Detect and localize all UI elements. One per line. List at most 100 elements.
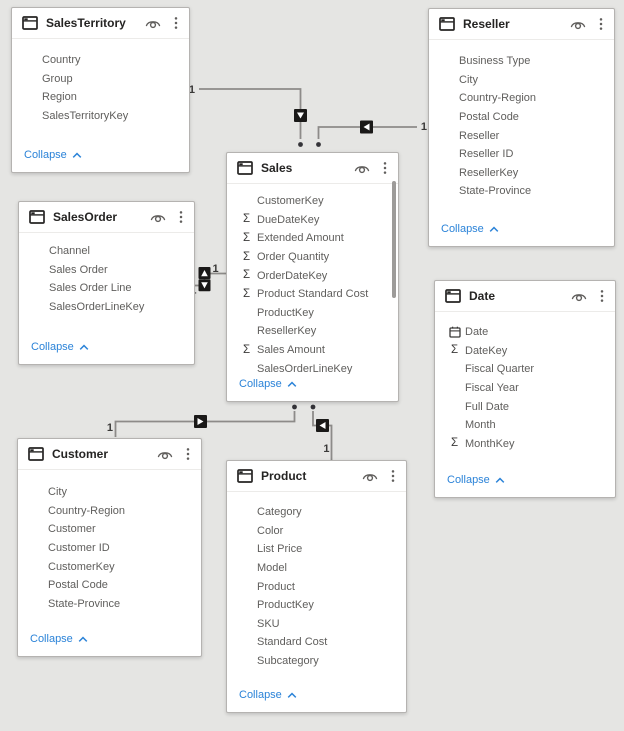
field-row[interactable]: ProductKey	[227, 596, 406, 615]
more-options-icon[interactable]	[390, 467, 396, 485]
collapse-link[interactable]: Collapse	[239, 378, 297, 390]
field-row[interactable]: Country-Region	[429, 89, 614, 108]
field-row[interactable]: Business Type	[429, 52, 614, 71]
more-options-icon[interactable]	[185, 445, 191, 463]
field-row[interactable]: Sales Order	[19, 261, 194, 280]
relationship-customer-sales[interactable]: 1	[107, 404, 297, 437]
relationship-reseller-sales[interactable]: 1	[316, 120, 427, 147]
eye-icon[interactable]	[156, 448, 174, 460]
table-card-date[interactable]: Date Date Σ DateKey Fiscal Quarter Fiscal Ye…	[434, 280, 616, 498]
field-label: Postal Code	[48, 579, 108, 592]
field-row[interactable]: Fiscal Year	[435, 379, 615, 398]
cross-filter-arrow-left-icon[interactable]	[360, 120, 373, 134]
field-row[interactable]: Reseller ID	[429, 145, 614, 164]
model-view-canvas[interactable]: 1 1 1 1 1 SalesTerritory Country Group R…	[0, 0, 624, 731]
table-card-salesterritory[interactable]: SalesTerritory Country Group Region SalesTe…	[11, 7, 190, 173]
field-row[interactable]: City	[18, 483, 201, 502]
field-row[interactable]: Group	[12, 70, 189, 89]
field-row[interactable]: Σ Sales Amount	[227, 341, 398, 360]
field-indent-spacer	[447, 381, 462, 396]
table-card-salesorder[interactable]: SalesOrder Channel Sales Order Sales Order…	[18, 201, 195, 365]
table-card-sales[interactable]: Sales CustomerKey Σ DueDateKey Σ Extended Am…	[226, 152, 399, 402]
collapse-link[interactable]: Collapse	[24, 149, 82, 161]
field-row[interactable]: Σ DateKey	[435, 342, 615, 361]
table-card-customer[interactable]: Customer City Country-Region Customer Custo…	[17, 438, 202, 657]
field-row[interactable]: Σ MonthKey	[435, 435, 615, 454]
field-row[interactable]: Postal Code	[18, 576, 201, 595]
field-row[interactable]: Model	[227, 559, 406, 578]
collapse-link[interactable]: Collapse	[441, 223, 499, 235]
field-row[interactable]: SalesOrderLineKey	[19, 298, 194, 317]
table-card-header: Product	[227, 461, 406, 492]
field-row[interactable]: Region	[12, 88, 189, 107]
field-row[interactable]: Reseller	[429, 126, 614, 145]
table-card-product[interactable]: Product Category Color List Price Model Prod…	[226, 460, 407, 713]
relationship-salesorder-sales[interactable]: 1 1	[190, 263, 226, 297]
field-row[interactable]: Country	[12, 51, 189, 70]
field-row[interactable]: Fiscal Quarter	[435, 360, 615, 379]
scrollbar-thumb[interactable]	[392, 181, 396, 298]
field-row[interactable]: Σ Product Standard Cost	[227, 285, 398, 304]
cross-filter-arrow-left-icon[interactable]	[316, 419, 329, 432]
field-label: Sales Order	[49, 263, 108, 276]
field-row[interactable]: Customer ID	[18, 539, 201, 558]
field-row[interactable]: List Price	[227, 540, 406, 559]
field-label: Order Quantity	[257, 251, 330, 264]
cross-filter-arrow-up-icon[interactable]	[198, 267, 211, 279]
eye-icon[interactable]	[144, 17, 162, 29]
field-row[interactable]: Σ OrderDateKey	[227, 266, 398, 285]
field-row[interactable]: SalesTerritoryKey	[12, 107, 189, 126]
field-row[interactable]: Σ DueDateKey	[227, 211, 398, 230]
field-row[interactable]: ProductKey	[227, 304, 398, 323]
collapse-link[interactable]: Collapse	[239, 689, 297, 701]
field-row[interactable]: Sales Order Line	[19, 279, 194, 298]
more-options-icon[interactable]	[382, 159, 388, 177]
collapse-label: Collapse	[31, 341, 74, 353]
field-row[interactable]: Full Date	[435, 397, 615, 416]
field-row[interactable]: Customer	[18, 520, 201, 539]
field-row[interactable]: Product	[227, 577, 406, 596]
collapse-link[interactable]: Collapse	[30, 633, 88, 645]
field-row[interactable]: Date	[435, 323, 615, 342]
field-list: Business Type City Country-Region Postal Co…	[429, 40, 614, 219]
relationship-line[interactable]	[199, 88, 302, 139]
sigma-icon: Σ	[242, 287, 251, 300]
eye-icon[interactable]	[361, 470, 379, 482]
eye-icon[interactable]	[569, 18, 587, 30]
more-options-icon[interactable]	[178, 208, 184, 226]
field-row[interactable]: SKU	[227, 615, 406, 634]
field-row[interactable]: ResellerKey	[429, 164, 614, 183]
collapse-link[interactable]: Collapse	[31, 341, 89, 353]
field-row[interactable]: Subcategory	[227, 652, 406, 671]
cross-filter-arrow-down-icon[interactable]	[294, 109, 307, 122]
relationship-salesterritory-sales[interactable]: 1	[189, 84, 307, 147]
field-row[interactable]: Standard Cost	[227, 633, 406, 652]
eye-icon[interactable]	[149, 211, 167, 223]
eye-icon[interactable]	[353, 162, 371, 174]
more-options-icon[interactable]	[598, 15, 604, 33]
field-label: State-Province	[459, 185, 532, 198]
field-row[interactable]: Month	[435, 416, 615, 435]
table-card-reseller[interactable]: Reseller Business Type City Country-Region…	[428, 8, 615, 247]
field-row[interactable]: Category	[227, 503, 406, 522]
field-row[interactable]: Postal Code	[429, 108, 614, 127]
field-row[interactable]: ResellerKey	[227, 322, 398, 341]
field-row[interactable]: Country-Region	[18, 502, 201, 521]
collapse-link[interactable]: Collapse	[447, 474, 505, 486]
field-row[interactable]: Σ Order Quantity	[227, 248, 398, 267]
field-row[interactable]: Channel	[19, 242, 194, 261]
field-row[interactable]: Color	[227, 522, 406, 541]
relationship-product-sales[interactable]: 1	[310, 404, 333, 460]
field-row[interactable]: State-Province	[18, 595, 201, 614]
eye-icon[interactable]	[570, 290, 588, 302]
field-row[interactable]: CustomerKey	[18, 557, 201, 576]
cross-filter-arrow-right-icon[interactable]	[194, 415, 207, 428]
cross-filter-arrow-down-icon[interactable]	[198, 279, 211, 292]
more-options-icon[interactable]	[173, 14, 179, 32]
field-row[interactable]: City	[429, 71, 614, 90]
field-row[interactable]: State-Province	[429, 182, 614, 201]
field-row[interactable]: CustomerKey	[227, 192, 398, 211]
field-row[interactable]: Σ Extended Amount	[227, 229, 398, 248]
field-row[interactable]: SalesOrderLineKey	[227, 359, 398, 374]
more-options-icon[interactable]	[599, 287, 605, 305]
